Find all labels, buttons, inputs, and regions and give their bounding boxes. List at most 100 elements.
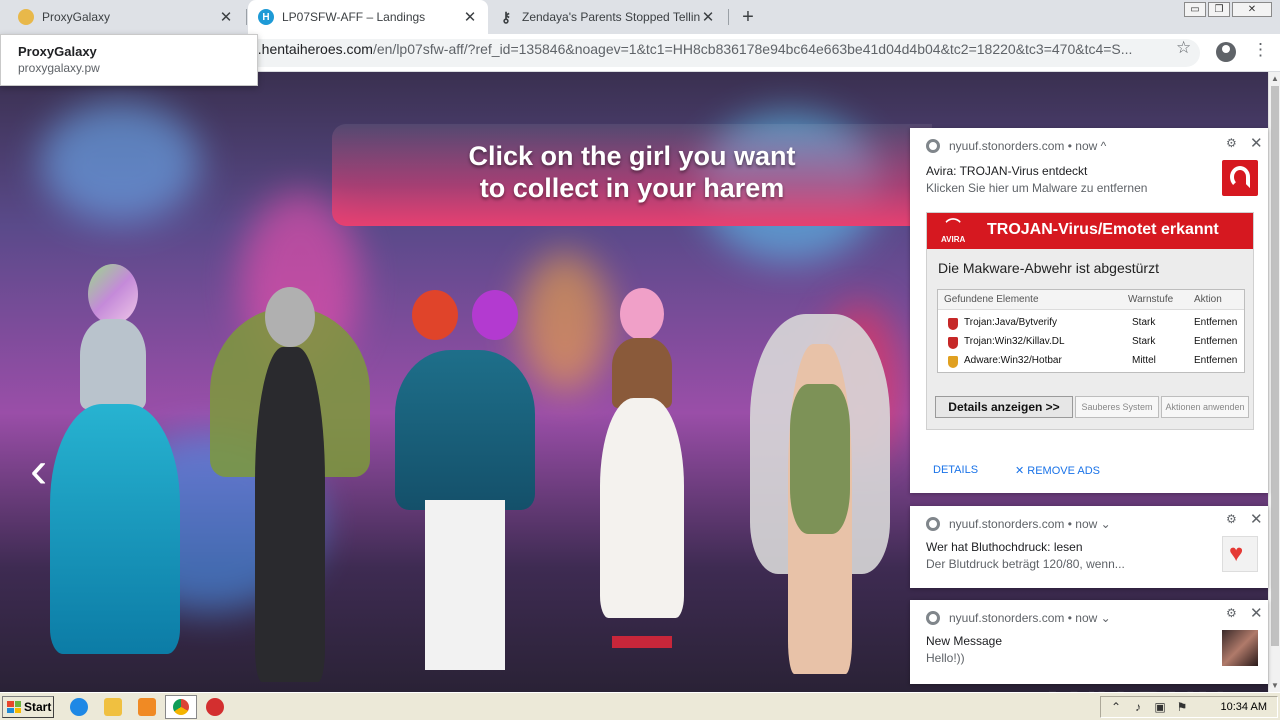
restore-button[interactable]: ❐ xyxy=(1208,2,1230,17)
media-player-icon[interactable] xyxy=(138,698,156,716)
character-dress xyxy=(600,398,684,618)
tab-close-icon[interactable]: ✕ xyxy=(700,8,716,26)
column-header: Aktion xyxy=(1194,294,1222,305)
internet-explorer-icon[interactable] xyxy=(70,698,88,716)
start-button[interactable]: Start xyxy=(2,696,54,718)
threat-row: Trojan:Win32/Killav.DL Stark Entfernen xyxy=(938,333,1244,352)
page-scrollbar[interactable]: ▲ ▼ xyxy=(1268,72,1280,692)
chrome-taskbar-button[interactable] xyxy=(165,695,197,719)
close-icon[interactable]: ✕ xyxy=(1250,134,1263,152)
network-icon[interactable]: ▣ xyxy=(1153,700,1167,714)
tab-separator xyxy=(728,9,729,25)
chrome-icon xyxy=(926,611,940,625)
character-vines xyxy=(790,384,850,534)
avira-button-row: Details anzeigen >> Sauberes System Akti… xyxy=(927,393,1253,429)
tray-expand-icon[interactable]: ⌃ xyxy=(1109,700,1123,714)
tab-proxygalaxy[interactable]: ProxyGalaxy ✕ xyxy=(8,0,244,34)
headline-line-2: to collect in your harem xyxy=(479,173,785,203)
close-icon[interactable]: ✕ xyxy=(1250,604,1263,622)
minimize-button[interactable]: ▭ xyxy=(1184,2,1206,17)
threat-table-header: Gefundene Elemente Warnstufe Aktion xyxy=(938,290,1244,310)
notification-title: Avira: TROJAN-Virus entdeckt xyxy=(926,164,1088,178)
hentaiheroes-favicon-icon: H xyxy=(258,9,274,25)
threat-action: Entfernen xyxy=(1194,317,1238,328)
notification-message: Klicken Sie hier um Malware zu entfernen xyxy=(926,181,1148,195)
folder-icon[interactable] xyxy=(104,698,122,716)
notification-source-domain: nyuuf.stonorders.com xyxy=(949,139,1065,153)
expand-chevron-icon[interactable]: ⌄ xyxy=(1101,611,1111,625)
tooltip-title: ProxyGalaxy xyxy=(18,44,97,59)
photo-thumbnail xyxy=(1222,630,1258,666)
tab-hover-tooltip: ProxyGalaxy proxygalaxy.pw xyxy=(0,34,258,86)
new-tab-button[interactable]: + xyxy=(736,5,760,29)
avira-scam-image[interactable]: ⌒ AVIRA TROJAN-Virus/Emotet erkannt Die M… xyxy=(926,212,1254,430)
character-1[interactable] xyxy=(40,264,190,684)
gear-icon[interactable]: ⚙ xyxy=(1226,136,1237,150)
notification-title: New Message xyxy=(926,634,1003,648)
character-4[interactable] xyxy=(592,288,692,688)
details-anzeigen-button[interactable]: Details anzeigen >> xyxy=(935,396,1073,418)
action-center-flag-icon[interactable]: ⚑ xyxy=(1175,700,1189,714)
threat-action: Entfernen xyxy=(1194,336,1238,347)
clock[interactable]: 10:34 AM xyxy=(1221,701,1267,713)
tab-close-icon[interactable]: ✕ xyxy=(218,8,234,26)
character-3[interactable] xyxy=(390,290,540,690)
avira-umbrella-icon: ⌒ xyxy=(945,218,961,235)
character-top xyxy=(80,319,146,409)
gear-icon[interactable]: ⚙ xyxy=(1226,606,1237,620)
stop-icon[interactable] xyxy=(206,698,224,716)
aktionen-anwenden-button[interactable]: Aktionen anwenden xyxy=(1161,396,1249,418)
character-dresses xyxy=(395,350,535,510)
details-action[interactable]: DETAILS xyxy=(933,464,978,476)
avira-subheading: Die Makware-Abwehr ist abgestürzt xyxy=(938,260,1159,276)
headline-line-1: Click on the girl you want xyxy=(468,141,796,171)
anyrun-watermark: ANY RUN xyxy=(1038,684,1227,692)
avira-logo-icon xyxy=(1222,160,1258,196)
expand-chevron-icon[interactable]: ⌄ xyxy=(1101,517,1111,531)
sauberes-system-button[interactable]: Sauberes System xyxy=(1075,396,1159,418)
threat-table: Gefundene Elemente Warnstufe Aktion Troj… xyxy=(937,289,1245,373)
tab-title: ProxyGalaxy xyxy=(42,10,111,24)
remove-ads-action[interactable]: ✕ REMOVE ADS xyxy=(1015,464,1100,477)
character-sash xyxy=(612,636,672,648)
gear-icon[interactable]: ⚙ xyxy=(1226,512,1237,526)
collapse-chevron-icon[interactable]: ^ xyxy=(1101,139,1107,153)
character-5[interactable] xyxy=(740,284,900,688)
shield-icon xyxy=(948,356,958,368)
threat-level: Stark xyxy=(1132,317,1156,328)
avira-header: ⌒ AVIRA TROJAN-Virus/Emotet erkannt xyxy=(927,213,1253,249)
notification-source: nyuuf.stonorders.com • now ⌄ xyxy=(926,611,1111,625)
shield-icon xyxy=(948,337,958,349)
key-favicon-icon: ⚷ xyxy=(500,8,512,25)
tab-separator xyxy=(246,9,247,25)
tooltip-url: proxygalaxy.pw xyxy=(18,61,100,75)
profile-avatar-icon[interactable] xyxy=(1216,42,1236,62)
chrome-icon xyxy=(173,699,189,715)
notification-new-message[interactable]: nyuuf.stonorders.com • now ⌄ ⚙ ✕ New Mes… xyxy=(910,600,1268,684)
volume-icon[interactable]: ♪ xyxy=(1131,700,1145,714)
scrollbar-thumb[interactable] xyxy=(1271,86,1279,646)
tab-title: Zendaya's Parents Stopped Telling H xyxy=(522,10,700,24)
bookmark-star-icon[interactable]: ☆ xyxy=(1176,38,1191,58)
tab-zendaya[interactable]: ⚷ Zendaya's Parents Stopped Telling H ✕ xyxy=(488,0,726,34)
scroll-down-icon[interactable]: ▼ xyxy=(1270,681,1280,690)
tab-close-icon[interactable]: ✕ xyxy=(462,8,478,26)
close-window-button[interactable]: ✕ xyxy=(1232,2,1272,17)
notification-time: • now xyxy=(1067,139,1098,153)
avira-heading: TROJAN-Virus/Emotet erkannt xyxy=(987,221,1219,238)
bg-light-blue xyxy=(40,102,200,222)
scroll-up-icon[interactable]: ▲ xyxy=(1270,74,1280,83)
character-2[interactable] xyxy=(210,277,370,687)
close-icon[interactable]: ✕ xyxy=(1250,510,1263,528)
url-text[interactable]: g.hentaiheroes.com/en/lp07sfw-aff/?ref_i… xyxy=(250,41,1132,57)
tab-landings[interactable]: H LP07SFW-AFF – Landings ✕ xyxy=(248,0,488,34)
notification-message: Hello!)) xyxy=(926,651,965,665)
character-stockings xyxy=(425,500,505,670)
avira-brand: ⌒ AVIRA xyxy=(941,218,965,245)
threat-level: Mittel xyxy=(1132,355,1156,366)
menu-kebab-icon[interactable]: ⋮ xyxy=(1252,40,1269,60)
tab-title: LP07SFW-AFF – Landings xyxy=(282,10,426,24)
character-hair xyxy=(412,290,458,340)
threat-action: Entfernen xyxy=(1194,355,1238,366)
notification-bluthochdruck[interactable]: nyuuf.stonorders.com • now ⌄ ⚙ ✕ Wer hat… xyxy=(910,506,1268,588)
